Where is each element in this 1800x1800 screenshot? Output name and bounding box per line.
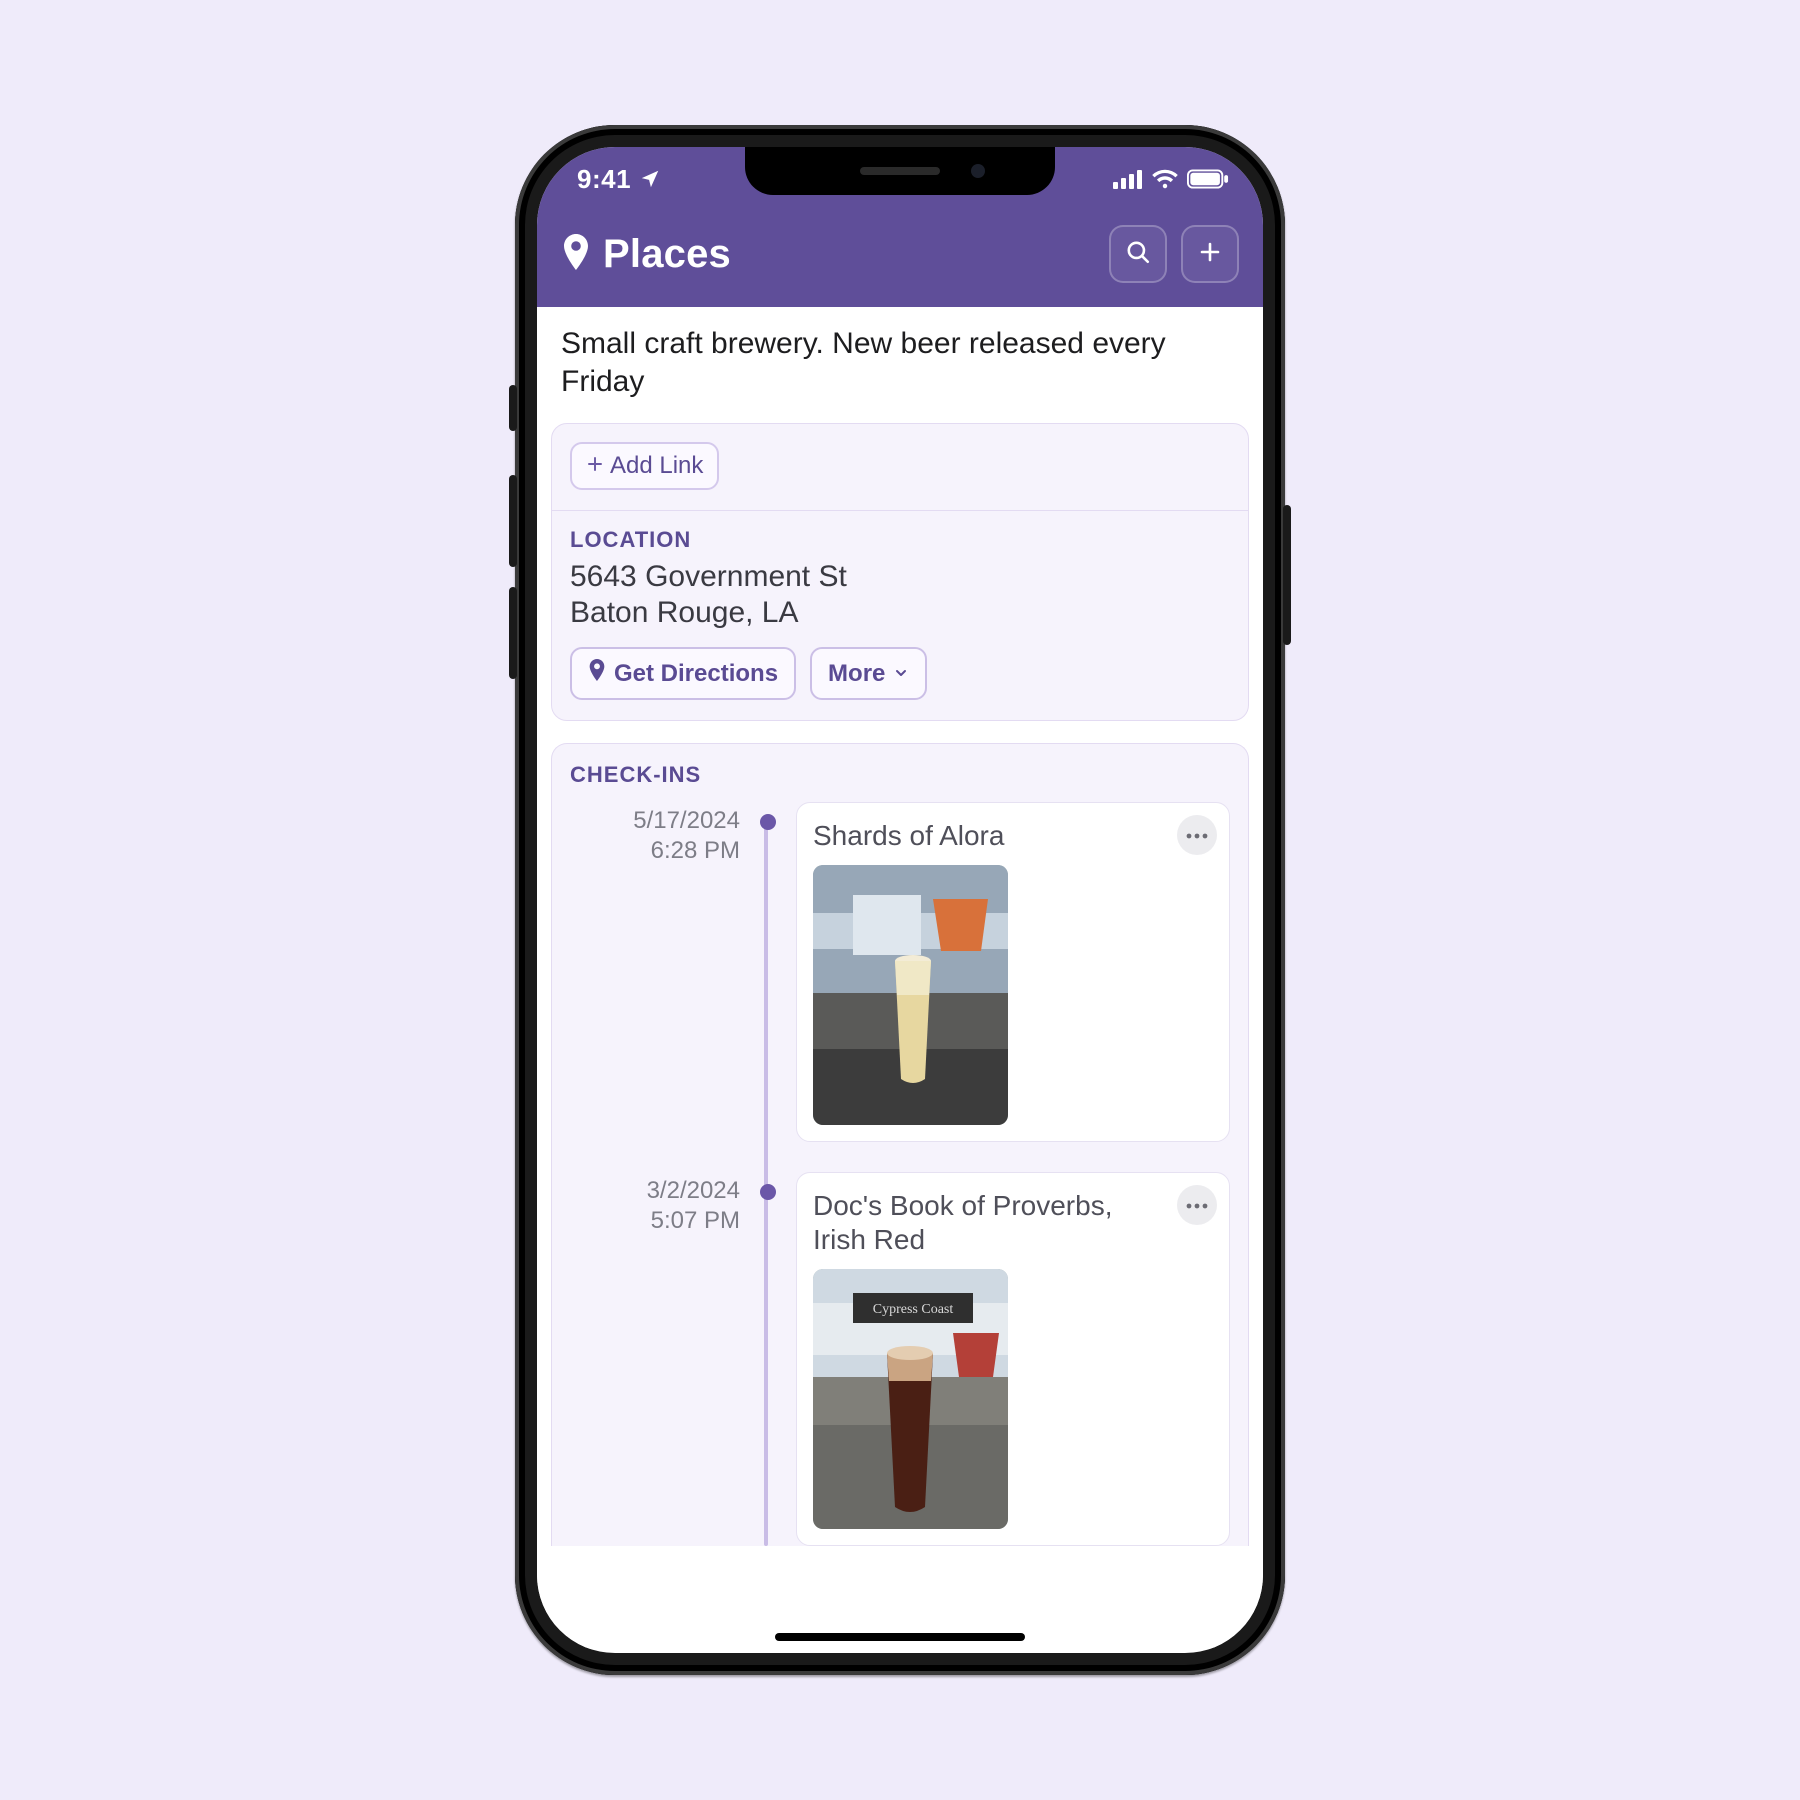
location-section-label: LOCATION bbox=[570, 527, 1230, 553]
checkin-title: Shards of Alora bbox=[813, 819, 1213, 853]
wifi-icon bbox=[1151, 169, 1179, 189]
timeline-dot bbox=[760, 814, 776, 830]
cellular-signal-icon bbox=[1113, 169, 1143, 189]
more-button[interactable]: More bbox=[810, 647, 927, 700]
phone-power-button bbox=[1283, 505, 1291, 645]
phone-screen: 9:41 bbox=[537, 147, 1263, 1653]
checkin-card[interactable]: Doc's Book of Proverbs, Irish Red bbox=[796, 1172, 1230, 1546]
location-arrow-icon bbox=[639, 168, 661, 190]
ellipsis-icon bbox=[1186, 826, 1208, 844]
checkins-panel: CHECK-INS 5/17/2024 6:28 PM Shards of Al… bbox=[551, 743, 1249, 1546]
checkin-date: 5/17/2024 bbox=[570, 806, 740, 836]
checkin-time: 5:07 PM bbox=[570, 1206, 740, 1236]
phone-camera bbox=[971, 164, 985, 178]
checkin-photo[interactable] bbox=[813, 865, 1008, 1125]
checkin-title: Doc's Book of Proverbs, Irish Red bbox=[813, 1189, 1213, 1257]
phone-speaker bbox=[860, 167, 940, 175]
checkins-section-label: CHECK-INS bbox=[570, 762, 1230, 788]
timeline-dot bbox=[760, 1184, 776, 1200]
content-scroll[interactable]: Small craft brewery. New beer released e… bbox=[537, 307, 1263, 1649]
status-time: 9:41 bbox=[577, 164, 631, 195]
details-panel: Add Link LOCATION 5643 Government St Bat… bbox=[551, 423, 1249, 721]
chevron-down-icon bbox=[893, 660, 909, 688]
search-button[interactable] bbox=[1109, 225, 1167, 283]
checkin-time: 6:28 PM bbox=[570, 836, 740, 866]
svg-text:Cypress Coast: Cypress Coast bbox=[873, 1302, 954, 1317]
get-directions-button[interactable]: Get Directions bbox=[570, 647, 796, 700]
home-indicator[interactable] bbox=[775, 1633, 1025, 1641]
checkin-card[interactable]: Shards of Alora bbox=[796, 802, 1230, 1142]
checkin-entry[interactable]: 3/2/2024 5:07 PM Doc's Book of Proverbs,… bbox=[570, 1172, 1230, 1546]
get-directions-label: Get Directions bbox=[614, 660, 778, 688]
add-link-button[interactable]: Add Link bbox=[570, 442, 719, 490]
place-description: Small craft brewery. New beer released e… bbox=[537, 307, 1263, 423]
phone-frame: 9:41 bbox=[515, 125, 1285, 1675]
search-icon bbox=[1125, 239, 1151, 270]
more-label: More bbox=[828, 660, 885, 688]
checkin-more-button[interactable] bbox=[1177, 815, 1217, 855]
pin-icon bbox=[561, 234, 591, 275]
checkin-entry[interactable]: 5/17/2024 6:28 PM Shards of Alora bbox=[570, 802, 1230, 1142]
page-title: Places bbox=[603, 232, 731, 277]
phone-volume-up bbox=[509, 475, 517, 567]
battery-icon bbox=[1187, 169, 1229, 189]
checkin-date: 3/2/2024 bbox=[570, 1176, 740, 1206]
phone-notch bbox=[745, 147, 1055, 195]
checkin-more-button[interactable] bbox=[1177, 1185, 1217, 1225]
phone-mute-switch bbox=[509, 385, 517, 431]
address-line-1: 5643 Government St bbox=[570, 559, 1230, 595]
phone-volume-down bbox=[509, 587, 517, 679]
add-button[interactable] bbox=[1181, 225, 1239, 283]
ellipsis-icon bbox=[1186, 1196, 1208, 1214]
checkin-photo[interactable]: Cypress Coast bbox=[813, 1269, 1008, 1529]
plus-icon bbox=[1198, 240, 1222, 269]
plus-small-icon bbox=[586, 452, 604, 480]
address-line-2: Baton Rouge, LA bbox=[570, 595, 1230, 631]
app-header: Places bbox=[537, 211, 1263, 307]
add-link-label: Add Link bbox=[610, 452, 703, 480]
pin-small-icon bbox=[588, 659, 606, 688]
